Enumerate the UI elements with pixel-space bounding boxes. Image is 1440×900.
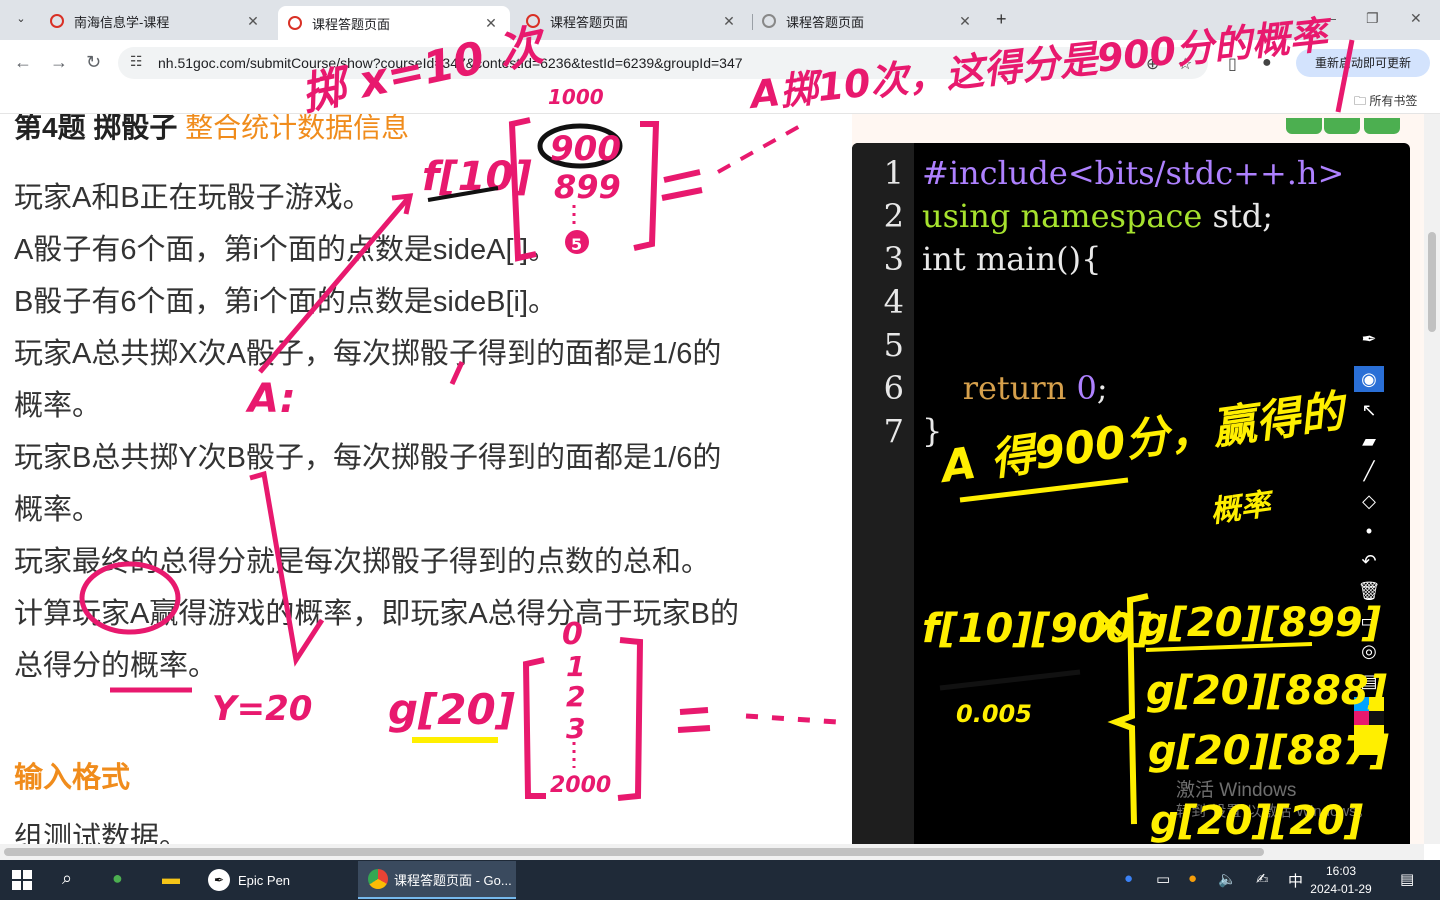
site-favicon-icon [50,14,64,28]
line-number: 2 [883,197,904,235]
line-number: 3 [883,240,904,278]
close-icon[interactable]: ✕ [482,15,500,32]
clipboard-icon[interactable]: ▤ [1354,668,1384,694]
epic-pen-logo-icon[interactable]: ✒ [1354,326,1384,352]
windows-watermark: 激活 Windows [1176,780,1297,801]
green-action-button[interactable] [1324,118,1360,134]
site-favicon-icon [762,14,776,28]
tab-1[interactable]: 南海信息学-课程 ✕ [40,6,272,36]
trash-icon[interactable]: 🗑 [1354,578,1384,604]
close-icon[interactable]: ✕ [720,13,738,30]
problem-line: 组测试数据。 [14,822,189,844]
problem-line: 总得分的概率。 [14,650,218,682]
line-number: 7 [883,412,904,450]
pen-icon[interactable]: ╱ [1354,458,1384,484]
color-swatch-magenta[interactable] [1354,711,1369,725]
tab-3[interactable]: 课程答题页面 ✕ [516,6,748,36]
forward-arrow-icon[interactable]: → [50,52,68,73]
tab-search-chevron-icon[interactable]: ⌄ [10,8,32,30]
code-line-7[interactable]: } [922,412,942,450]
undo-icon[interactable]: ↶ [1354,548,1384,574]
problem-panel: 第4题 掷骰子 整合统计数据信息 玩家A和B正在玩骰子游戏。 A骰子有6个面，第… [0,114,852,844]
code-line-2[interactable]: using namespace std; [922,197,1273,235]
network-icon[interactable]: ▭ [1156,870,1170,888]
line-number: 6 [883,369,904,407]
color-swatch-black[interactable] [1369,711,1384,725]
taskbar-epic-pen[interactable]: ✒ Epic Pen [200,861,356,899]
green-action-button[interactable] [1364,118,1400,134]
url-text[interactable]: nh.51goc.com/submitCourse/show?courseId=… [158,55,743,71]
notification-icon[interactable]: ▤ [1400,870,1414,888]
bookmarks-bar [0,86,1440,114]
scrollbar-thumb[interactable] [1428,232,1436,332]
windows-start-icon[interactable] [12,870,32,890]
profile-icon[interactable]: ● [1262,54,1272,72]
line-number: 4 [883,283,904,321]
tray-orange-icon[interactable]: ● [1188,870,1197,887]
problem-line: 玩家最终的总得分就是每次掷骰子得到的点数的总和。 [14,546,711,578]
site-info-icon[interactable]: ☷ [130,53,143,70]
problem-line: 概率。 [14,390,102,422]
code-line-6[interactable]: return 0; [922,369,1108,407]
cursor-icon[interactable]: ↖ [1354,397,1384,423]
window-close-icon[interactable]: ✕ [1410,10,1422,27]
scrollbar-thumb[interactable] [4,848,1264,856]
minimize-icon[interactable]: — [1322,10,1336,26]
problem-title: 第4题 掷骰子 整合统计数据信息 [14,114,410,143]
input-format-heading: 输入格式 [14,762,131,794]
green-action-button[interactable] [1286,118,1322,134]
site-favicon-icon [288,16,302,30]
close-icon[interactable]: ✕ [244,13,262,30]
update-button[interactable]: 重新启动即可更新 [1296,49,1430,77]
side-panel-icon[interactable]: ▯ [1228,54,1237,74]
zoom-icon[interactable]: ⊕ [1146,54,1159,74]
color-swatch-cyan[interactable] [1354,697,1369,711]
line-number: 5 [883,326,904,364]
maximize-icon[interactable]: ❐ [1366,10,1379,27]
current-color-icon[interactable] [1354,725,1384,755]
pen-tray-icon[interactable]: ✍ [1256,870,1269,888]
code-line-1[interactable]: #include<bits/stdc++.h> [922,154,1344,192]
whiteboard-icon[interactable]: ▭ [1354,608,1384,634]
brush-size-icon[interactable]: • [1354,518,1384,544]
search-icon[interactable]: ⌕ [62,868,72,889]
new-tab-plus-icon[interactable]: + [996,9,1007,30]
tab-4[interactable]: 课程答题页面 ✕ [752,6,984,36]
vertical-scrollbar[interactable] [1424,114,1440,844]
system-clock[interactable]: 16:03 2024-01-29 [1306,862,1376,898]
problem-line: 概率。 [14,494,102,526]
code-line-3[interactable]: int main(){ [922,240,1101,278]
file-explorer-icon[interactable]: ▬ [162,868,180,889]
problem-line: 计算玩家A赢得游戏的概率，即玩家A总得分高于玩家B的 [14,598,740,630]
line-number: 1 [883,154,904,192]
tray-app-icon[interactable]: ● [1124,870,1133,887]
color-swatch-yellow[interactable] [1369,697,1384,711]
epic-pen-app-icon: ✒ [208,869,230,891]
camera-icon[interactable]: ◎ [1354,638,1384,664]
site-favicon-icon [526,14,540,28]
chrome-app-icon [368,869,388,889]
all-bookmarks-button[interactable]: 🗀 所有书签 [1354,92,1417,113]
volume-muted-icon[interactable]: 🔈 [1218,870,1237,888]
problem-line: A骰子有6个面，第i个面的点数是sideA[i]。 [14,234,558,266]
problem-line: B骰子有6个面，第i个面的点数是sideB[i]。 [14,286,558,318]
windows-watermark-sub: 转到"设置"以激活 Windows。 [1176,803,1372,820]
highlighter-icon[interactable]: ▰ [1354,428,1384,454]
problem-line: 玩家B总共掷Y次B骰子，每次掷骰子得到的面都是1/6的 [14,442,722,474]
taskbar-chrome[interactable]: 课程答题页面 - Go... [358,861,516,899]
tab-2[interactable]: 课程答题页面 ✕ [278,6,510,40]
problem-line: 玩家A和B正在玩骰子游戏。 [14,182,372,214]
problem-line: 玩家A总共掷X次A骰子，每次掷骰子得到的面都是1/6的 [14,338,722,370]
bookmark-star-icon[interactable]: ☆ [1178,54,1192,74]
ime-indicator[interactable]: 中 [1288,870,1303,891]
reload-icon[interactable]: ↻ [86,52,101,73]
eraser-icon[interactable]: ◇ [1354,488,1384,514]
close-icon[interactable]: ✕ [956,13,974,30]
back-arrow-icon[interactable]: ← [14,52,32,73]
eye-icon[interactable]: ◉ [1354,366,1384,392]
app-icon-green[interactable]: ● [112,868,123,889]
